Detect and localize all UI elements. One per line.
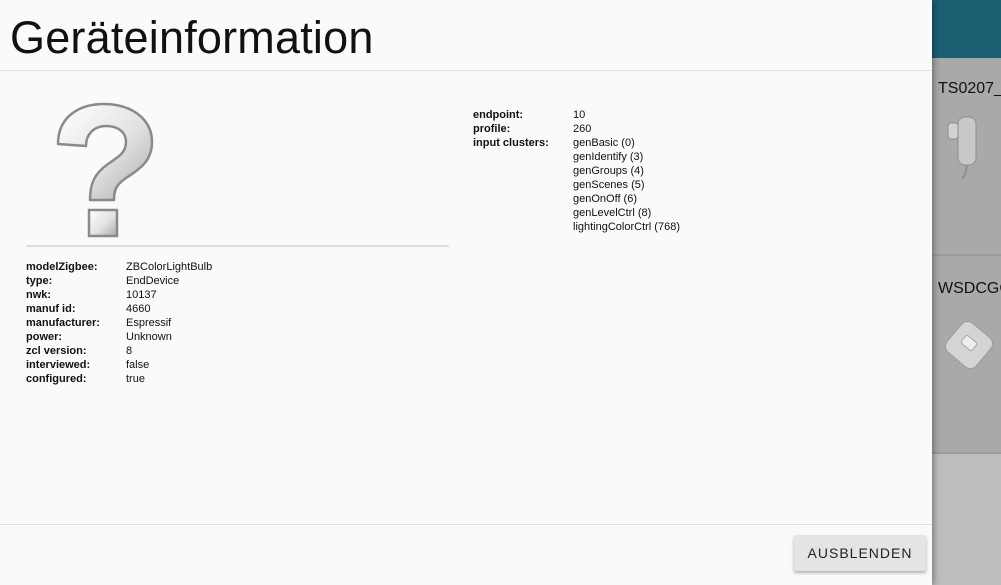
image-divider	[26, 245, 449, 247]
dialog-title: Geräteinformation	[10, 12, 374, 63]
info-value: 4660	[126, 303, 151, 315]
info-row: zcl version: 8	[26, 344, 212, 358]
title-divider	[0, 70, 932, 71]
cluster-item: genLevelCtrl (8)	[573, 207, 652, 219]
info-row: type: EndDevice	[26, 274, 212, 288]
info-key: interviewed:	[26, 359, 91, 371]
info-row: endpoint: 10	[473, 108, 680, 122]
device-info-table: modelZigbee: ZBColorLightBulb type: EndDev…	[26, 260, 212, 386]
info-key: configured:	[26, 373, 87, 385]
info-value: false	[126, 359, 150, 371]
cluster-item: genGroups (4)	[573, 165, 644, 177]
hide-button[interactable]: AUSBLENDEN	[794, 535, 926, 571]
profile-label: profile:	[473, 123, 511, 135]
profile-value: 260	[573, 123, 592, 135]
footer-divider	[0, 524, 932, 525]
info-value: 10137	[126, 289, 157, 301]
info-value: true	[126, 373, 145, 385]
info-key: type:	[26, 275, 53, 287]
info-row: input clusters: genBasic (0) genIdentify…	[473, 136, 680, 234]
info-key: manufacturer:	[26, 317, 100, 329]
endpoint-value: 10	[573, 109, 586, 121]
cluster-item: genScenes (5)	[573, 179, 645, 191]
background-app-header	[932, 0, 1001, 58]
background-device-card[interactable]: TS0207_	[932, 58, 1001, 256]
endpoint-info-table: endpoint: 10 profile: 260 input clusters: …	[473, 108, 680, 234]
device-card-title: WSDCGC	[938, 280, 1001, 297]
input-clusters-list: genBasic (0) genIdentify (3) genGroups (…	[573, 136, 680, 234]
cluster-item: genOnOff (6)	[573, 193, 637, 205]
info-key: power:	[26, 331, 63, 343]
info-value: ZBColorLightBulb	[126, 261, 213, 273]
info-key: modelZigbee:	[26, 261, 98, 273]
info-row: manuf id: 4660	[26, 302, 212, 316]
info-key: zcl version:	[26, 345, 87, 357]
info-row: configured: true	[26, 372, 212, 386]
cluster-item: genBasic (0)	[573, 137, 635, 149]
info-row: nwk: 10137	[26, 288, 212, 302]
device-card-title: TS0207_	[938, 80, 1001, 97]
cluster-item: genIdentify (3)	[573, 151, 644, 163]
info-value: Unknown	[126, 331, 172, 343]
info-key: manuf id:	[26, 303, 76, 315]
cluster-item: lightingColorCtrl (768)	[573, 221, 680, 233]
info-value: Espressif	[126, 317, 172, 329]
info-value: EndDevice	[126, 275, 180, 287]
unknown-device-question-icon	[56, 102, 154, 238]
info-row: profile: 260	[473, 122, 680, 136]
water-sensor-icon	[947, 116, 977, 180]
device-info-dialog: Geräteinformation modelZigbee: ZBColorLig…	[0, 0, 932, 585]
endpoint-label: endpoint:	[473, 109, 524, 121]
info-value: 8	[126, 345, 133, 357]
info-row: interviewed: false	[26, 358, 212, 372]
info-row: manufacturer: Espressif	[26, 316, 212, 330]
info-row: power: Unknown	[26, 330, 212, 344]
background-device-card[interactable]: WSDCGC	[932, 256, 1001, 454]
info-row: modelZigbee: ZBColorLightBulb	[26, 260, 212, 274]
input-clusters-label: input clusters:	[473, 137, 549, 149]
info-key: nwk:	[26, 289, 52, 301]
switch-device-icon	[945, 321, 993, 369]
